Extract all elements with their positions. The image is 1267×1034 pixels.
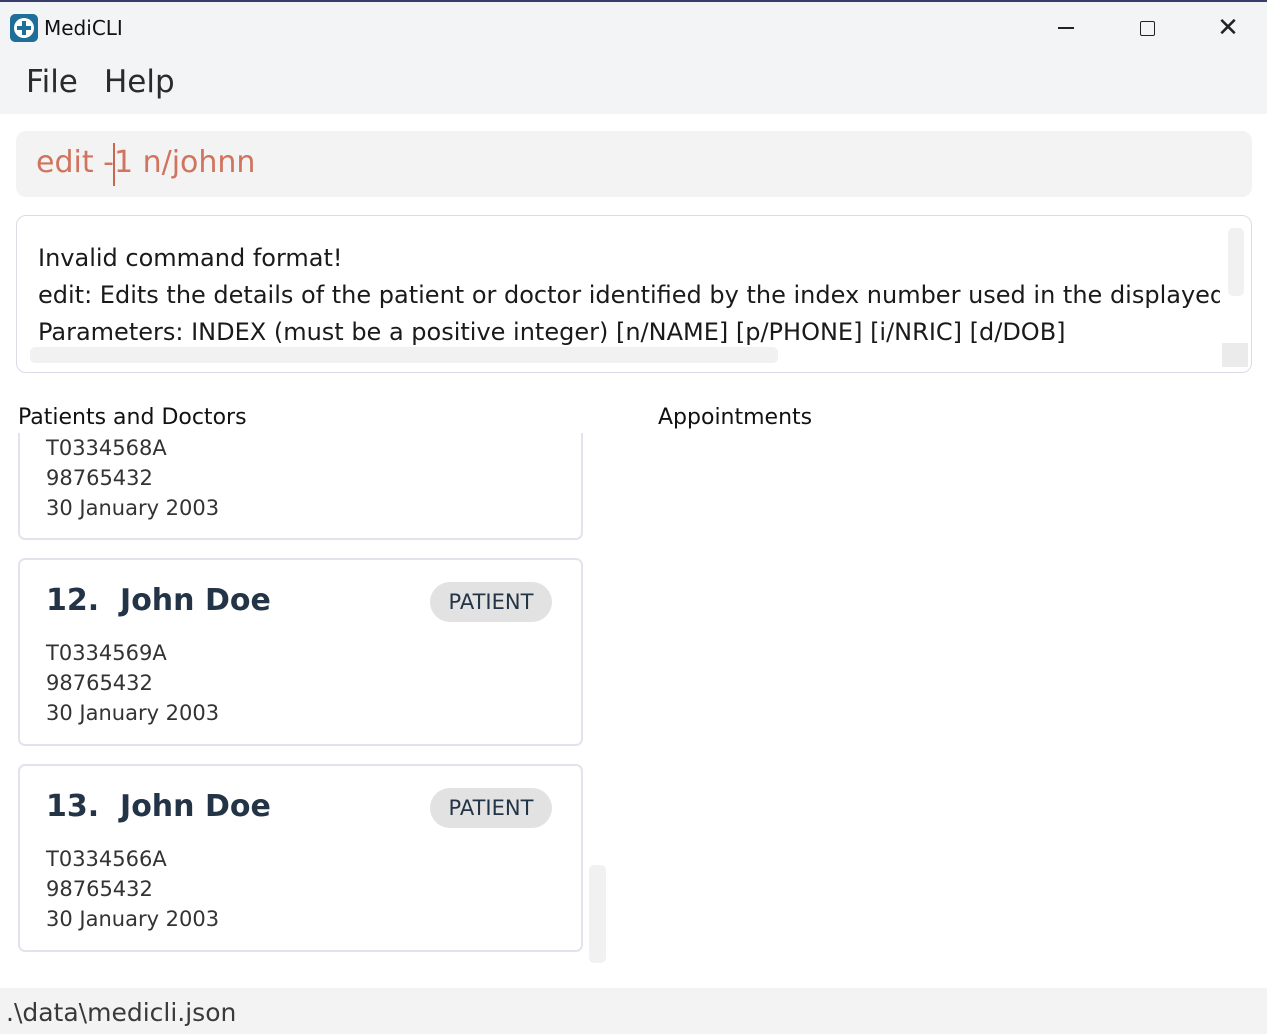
menu-bar: File Help — [0, 54, 1267, 114]
person-details: T0334566A 98765432 30 January 2003 — [46, 844, 219, 934]
person-card[interactable]: T0334568A 98765432 30 January 2003 — [18, 433, 583, 540]
minimize-button[interactable] — [1036, 4, 1096, 52]
person-type-badge: PATIENT — [430, 582, 552, 622]
result-line: edit: Edits the details of the patient o… — [38, 281, 1220, 309]
persons-panel-title: Patients and Doctors — [18, 405, 247, 430]
appointment-list[interactable] — [650, 433, 1250, 978]
person-phone: 98765432 — [46, 671, 153, 695]
close-icon: ✕ — [1217, 13, 1239, 43]
person-name: 12. John Doe — [46, 583, 271, 618]
appointments-panel-title: Appointments — [658, 405, 813, 430]
minimize-icon — [1058, 27, 1074, 29]
data-file-path: .\data\medicli.json — [6, 998, 237, 1027]
menu-help[interactable]: Help — [104, 64, 175, 100]
person-phone: 98765432 — [46, 466, 153, 490]
person-name: 13. John Doe — [46, 789, 271, 824]
text-caret — [113, 143, 115, 186]
person-nric: T0334569A — [46, 641, 167, 665]
scrollbar-corner — [1222, 343, 1248, 367]
person-details: T0334568A 98765432 30 January 2003 — [46, 433, 219, 523]
person-list-scrollbar[interactable] — [589, 865, 606, 963]
person-phone: 98765432 — [46, 877, 153, 901]
maximize-button[interactable] — [1117, 4, 1177, 52]
status-bar: .\data\medicli.json — [0, 988, 1267, 1034]
person-nric: T0334568A — [46, 436, 167, 460]
command-input-text: edit -1 n/johnn — [36, 145, 256, 180]
medical-cross-icon — [10, 14, 38, 42]
person-card[interactable]: 13. John Doe PATIENT T0334566A 98765432 … — [18, 764, 583, 952]
result-line: Invalid command format! — [38, 244, 343, 272]
person-nric: T0334566A — [46, 847, 167, 871]
menu-file[interactable]: File — [26, 64, 78, 100]
result-vertical-scrollbar[interactable] — [1228, 228, 1244, 296]
result-text: Invalid command format! edit: Edits the … — [38, 240, 1220, 345]
result-display[interactable]: Invalid command format! edit: Edits the … — [16, 215, 1252, 373]
person-list[interactable]: T0334568A 98765432 30 January 2003 12. J… — [0, 433, 640, 978]
command-input[interactable]: edit -1 n/johnn — [16, 131, 1252, 197]
result-line: Parameters: INDEX (must be a positive in… — [38, 318, 1066, 345]
person-dob: 30 January 2003 — [46, 907, 220, 931]
close-button[interactable]: ✕ — [1198, 4, 1258, 52]
result-horizontal-scrollbar[interactable] — [30, 347, 778, 363]
person-card[interactable]: 12. John Doe PATIENT T0334569A 98765432 … — [18, 558, 583, 746]
person-dob: 30 January 2003 — [46, 496, 220, 520]
person-type-badge: PATIENT — [430, 788, 552, 828]
window-title: MediCLI — [44, 16, 123, 40]
maximize-icon — [1139, 20, 1155, 36]
person-dob: 30 January 2003 — [46, 701, 220, 725]
title-bar: MediCLI ✕ — [0, 0, 1267, 54]
person-details: T0334569A 98765432 30 January 2003 — [46, 638, 219, 728]
